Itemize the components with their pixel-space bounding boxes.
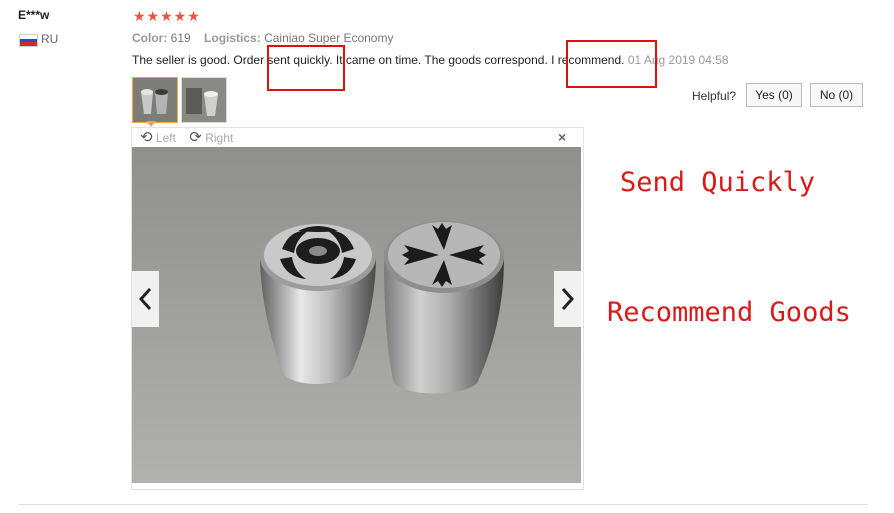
highlight-box-recommend — [566, 40, 657, 88]
annotation-send-quickly: Send Quickly — [620, 167, 816, 198]
logistics-label: Logistics: — [204, 31, 261, 45]
next-photo-button[interactable] — [554, 271, 581, 327]
review-photo-large — [132, 147, 581, 483]
review-photo-thumbnail-2[interactable] — [181, 77, 227, 123]
color-label: Color: — [132, 31, 168, 45]
rotate-left-control[interactable]: ⟲ Left — [140, 129, 179, 146]
reviewer-name: E***w — [18, 8, 50, 22]
rotate-left-label: Left — [155, 131, 176, 145]
close-viewer-icon[interactable]: × — [558, 129, 566, 145]
chevron-right-icon — [561, 287, 575, 311]
order-meta: Color: 619 Logistics: Cainiao Super Econ… — [132, 31, 393, 45]
reviewer-country: RU — [41, 32, 59, 46]
logistics-value: Cainiao Super Economy — [264, 31, 394, 45]
helpful-yes-button[interactable]: Yes (0) — [746, 83, 802, 107]
russia-flag-icon — [19, 34, 38, 47]
rotate-right-control[interactable]: ⟳ Right — [189, 129, 234, 146]
review-text-part: The seller is good. Order — [132, 53, 268, 67]
review-divider — [18, 504, 868, 505]
star-rating: ★★★★★ — [133, 8, 201, 24]
highlight-box-sent-quickly — [267, 45, 345, 91]
rotate-left-icon: ⟲ — [140, 129, 153, 146]
annotation-recommend-goods: Recommend Goods — [607, 297, 851, 328]
color-value: 619 — [170, 31, 191, 45]
helpful-label: Helpful? — [692, 89, 737, 103]
review-photo-thumbnail-1[interactable] — [132, 77, 178, 123]
viewer-toolbar: ⟲ Left ⟳ Right — [140, 128, 233, 146]
review-text-part: It came on time. The goods correspond. — [332, 53, 552, 67]
helpful-no-button[interactable]: No (0) — [810, 83, 863, 107]
chevron-left-icon — [138, 287, 152, 311]
rotate-right-label: Right — [205, 131, 234, 145]
rotate-right-icon: ⟳ — [189, 129, 202, 146]
previous-photo-button[interactable] — [132, 271, 159, 327]
